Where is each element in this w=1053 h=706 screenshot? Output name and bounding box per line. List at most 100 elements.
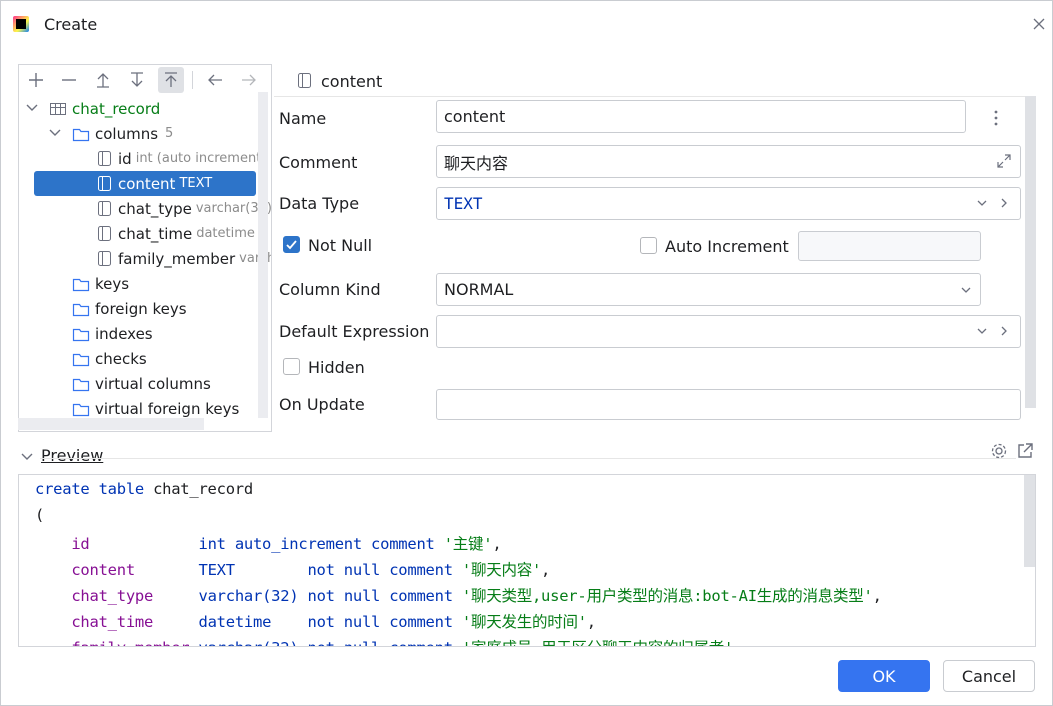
tree-item-column[interactable]: chat_time datetime [95,221,255,246]
code-line: chat_time datetime not null comment '聊天发… [35,610,596,632]
properties-scrollbar[interactable] [1025,96,1036,408]
name-field[interactable]: content [436,100,966,133]
code-line: content TEXT not null comment '聊天内容', [35,558,550,580]
tree-item-column[interactable]: family_member varchar [95,246,271,271]
column-icon [95,225,113,243]
close-icon[interactable] [1031,16,1047,32]
code-type: int [198,535,226,553]
code-table-name: chat_record [143,480,253,498]
chevron-down-icon[interactable] [20,450,34,464]
column-icon [95,200,113,218]
code-comment: '聊天内容' [461,561,542,579]
chevron-right-icon[interactable] [997,324,1011,338]
column-name: family_member [118,249,236,268]
code-comment: '家庭成员,用于区分聊天内容的归属者' [462,639,734,646]
code-column: id [71,535,90,553]
preview-code[interactable]: create table chat_record ( id int auto_i… [18,474,1036,647]
chevron-down-icon[interactable] [975,196,989,210]
tree-item-virtual-columns[interactable]: virtual columns [72,371,211,396]
tree-horizontal-scrollbar[interactable] [18,418,204,430]
tree-item-column[interactable]: id int (auto increment) [95,146,266,171]
tree-vertical-scrollbar[interactable] [258,92,268,418]
more-options-icon[interactable] [988,109,1004,127]
preview-divider [40,458,1016,459]
code-comment: '聊天类型,user-用户类型的消息:bot-AI生成的消息类型' [461,587,873,605]
folder-label: keys [95,274,130,293]
add-icon[interactable] [23,67,49,93]
window-title: Create [44,15,98,34]
code-modifiers: not null comment [298,587,462,605]
column-icon [95,150,113,168]
comment-label: Comment [279,153,358,172]
remove-icon[interactable] [56,67,82,93]
default-expression-label: Default Expression [279,322,430,341]
move-down-icon[interactable] [124,67,150,93]
back-arrow-icon[interactable] [202,67,228,93]
column-name: chat_type [118,199,192,218]
tree-item-checks[interactable]: checks [72,346,147,371]
code-punct: , [733,639,742,646]
not-null-checkbox[interactable] [283,236,300,253]
tree-item-column[interactable]: chat_type varchar(32) [95,196,271,221]
table-name: chat_record [72,99,161,118]
properties-header: content [295,70,382,92]
code-line: chat_type varchar(32) not null comment '… [35,584,882,606]
chevron-right-icon[interactable] [997,196,1011,210]
auto-increment-checkbox[interactable] [640,237,657,254]
not-null-label: Not Null [308,236,373,255]
tree-panel: chat_record columns 5 id int (auto incre… [18,64,272,432]
code-line: ( [35,506,45,524]
code-keyword: create table [35,480,144,498]
move-up-icon[interactable] [90,67,116,93]
auto-increment-label: Auto Increment [665,237,789,256]
chevron-down-icon[interactable] [25,101,39,115]
open-external-icon[interactable] [1016,442,1034,460]
table-icon [49,100,67,118]
ok-button[interactable]: OK [838,660,930,692]
chevron-down-icon[interactable] [959,283,973,297]
tree-item-keys[interactable]: keys [72,271,129,296]
code-column: family_member [71,639,189,646]
code-scrollbar[interactable] [1024,475,1035,567]
folder-icon [72,125,90,143]
folder-label: checks [95,349,147,368]
default-expression-combo[interactable] [436,315,1021,348]
chevron-down-icon[interactable] [48,126,62,140]
code-type: varchar(32) [199,639,299,646]
tree-item-indexes[interactable]: indexes [72,321,153,346]
chevron-down-icon[interactable] [975,324,989,338]
name-label: Name [279,109,327,128]
gear-icon[interactable] [990,442,1008,460]
code-modifiers: auto_increment comment [225,535,444,553]
tree-item-foreign-keys[interactable]: foreign keys [72,296,187,321]
hidden-checkbox[interactable] [283,358,300,375]
cancel-button[interactable]: Cancel [943,660,1035,692]
comment-field[interactable]: 聊天内容 [436,145,1021,178]
code-comment: '主键' [443,535,493,553]
code-punct: , [586,613,596,631]
move-top-icon[interactable] [158,67,184,93]
folder-icon [72,400,90,418]
columns-label: columns [95,124,159,143]
tree-item-columns[interactable]: columns 5 [72,121,173,146]
properties-header-label: content [321,71,383,91]
auto-increment-field [798,231,981,261]
folder-icon [72,350,90,368]
folder-label: virtual columns [95,374,211,393]
code-modifiers: not null comment [307,613,462,631]
code-modifiers: not null comment [307,561,462,579]
tree-item-column-selected[interactable]: content TEXT [34,171,256,196]
expand-icon[interactable] [996,153,1012,169]
data-type-combo[interactable]: TEXT [436,187,1021,220]
column-kind-combo[interactable]: NORMAL [436,273,981,306]
on-update-field[interactable] [436,389,1021,420]
tree-item-table[interactable]: chat_record [49,96,160,121]
preview-title[interactable]: Preview [41,446,103,465]
code-punct: , [492,535,502,553]
folder-icon [72,325,90,343]
forward-arrow-icon[interactable] [236,67,262,93]
